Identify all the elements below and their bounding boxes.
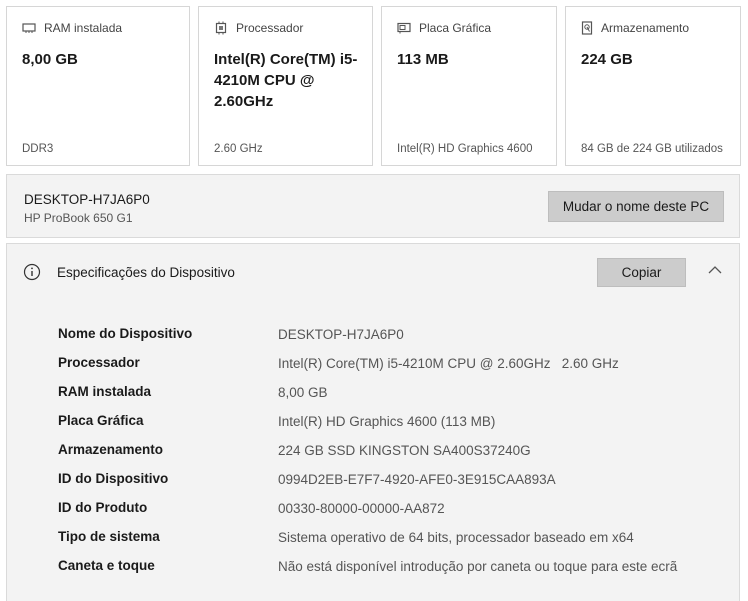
storage-card-title: Armazenamento [601,21,690,35]
spec-value: Não está disponível introdução por canet… [278,559,678,574]
device-specs-header[interactable]: Especificações do Dispositivo Copiar [6,243,740,301]
spec-value: DESKTOP-H7JA6P0 [278,327,404,342]
ram-card-title: RAM instalada [44,21,123,35]
spec-key: Processador [58,355,140,370]
spec-key: Caneta e toque [58,558,155,573]
copy-button[interactable]: Copiar [597,258,686,287]
spec-key: ID do Dispositivo [58,471,169,486]
graphics-card-title: Placa Gráfica [419,21,492,35]
rename-pc-button[interactable]: Mudar o nome deste PC [548,191,724,222]
spec-key: Placa Gráfica [58,413,144,428]
graphics-card-sub: Intel(R) HD Graphics 4600 [397,143,533,155]
processor-card-title: Processador [236,21,304,35]
spec-key: Armazenamento [58,442,164,457]
storage-card-header: Armazenamento [581,21,689,35]
pc-name: DESKTOP-H7JA6P0 [24,192,150,207]
spec-key: Tipo de sistema [58,529,160,544]
storage-icon [581,21,593,35]
chevron-up-icon[interactable] [707,264,723,276]
processor-icon [215,21,227,35]
spec-value: 0994D2EB-E7F7-4920-AFE0-3E915CAA893A [278,472,556,487]
info-icon [23,263,41,281]
graphics-card-header: Placa Gráfica [397,21,491,35]
pc-model: HP ProBook 650 G1 [24,211,133,225]
ram-card-sub: DDR3 [22,143,54,155]
pc-name-section: DESKTOP-H7JA6P0 HP ProBook 650 G1 Mudar … [6,174,740,238]
processor-card-sub: 2.60 GHz [214,143,263,155]
spec-key: RAM instalada [58,384,152,399]
processor-card-header: Processador [214,21,303,35]
spec-value: Intel(R) HD Graphics 4600 (113 MB) [278,414,496,429]
storage-card-sub: 84 GB de 224 GB utilizados [581,143,723,155]
device-specs-list: Nome do Dispositivo DESKTOP-H7JA6P0 Proc… [6,300,740,601]
storage-card: Armazenamento 224 GB 84 GB de 224 GB uti… [565,6,741,166]
spec-key: ID do Produto [58,500,148,515]
spec-value: 00330-80000-00000-AA872 [278,501,445,516]
graphics-card-icon [397,22,411,34]
ram-icon [22,23,36,33]
device-specs-title: Especificações do Dispositivo [57,265,235,280]
spec-value: 224 GB SSD KINGSTON SA400S37240G [278,443,531,458]
ram-card: RAM instalada 8,00 GB DDR3 [6,6,190,166]
spec-key: Nome do Dispositivo [58,326,193,341]
processor-card-value: Intel(R) Core(TM) i5-4210M CPU @ 2.60GHz [214,51,358,110]
storage-card-value: 224 GB [581,51,633,68]
ram-card-value: 8,00 GB [22,51,78,68]
spec-value: 8,00 GB [278,385,328,400]
ram-card-header: RAM instalada [22,21,122,35]
processor-card: Processador Intel(R) Core(TM) i5-4210M C… [198,6,373,166]
spec-value: Intel(R) Core(TM) i5-4210M CPU @ 2.60GHz… [278,356,619,371]
spec-value: Sistema operativo de 64 bits, processado… [278,530,634,545]
graphics-card: Placa Gráfica 113 MB Intel(R) HD Graphic… [381,6,557,166]
graphics-card-value: 113 MB [397,51,449,68]
